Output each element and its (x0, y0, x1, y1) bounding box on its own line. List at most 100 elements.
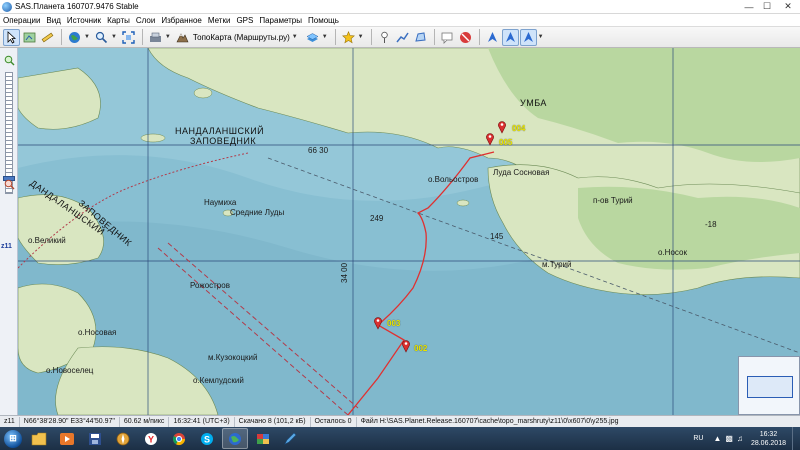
taskbar-yandex[interactable]: Y (138, 428, 164, 449)
map-type-selector[interactable]: ТопоКарта (Маршруты.ру) ▼ (174, 29, 301, 46)
chevron-down-icon[interactable]: ▼ (84, 34, 90, 40)
map-type-label[interactable]: ТопоКарта (Маршруты.ру) (193, 33, 290, 42)
star-icon (341, 30, 355, 43)
network-icon[interactable]: ▩ (725, 434, 733, 443)
puzzle-icon (257, 433, 269, 444)
gps-follow-icon (505, 31, 515, 42)
ruler-button[interactable] (39, 29, 56, 46)
minimize-button[interactable]: — (740, 0, 758, 14)
gps-track-icon (523, 31, 533, 42)
volume-icon[interactable]: ♫ (737, 434, 743, 443)
close-button[interactable]: ✕ (776, 0, 800, 14)
add-placemark-button[interactable] (376, 29, 393, 46)
waypoint-marker-icon[interactable] (373, 316, 383, 330)
zoom-level-label: z11 (1, 243, 12, 250)
taskbar-media[interactable] (54, 428, 80, 449)
waypoint-label[interactable]: 005 (499, 138, 512, 147)
chevron-down-icon[interactable]: ▼ (165, 34, 171, 40)
favorites-button[interactable] (340, 29, 357, 46)
taskbar-puzzle[interactable] (250, 428, 276, 449)
cursor-icon (7, 30, 17, 44)
map-label-island: о.Великий (28, 236, 66, 245)
menu-operations[interactable]: Операции (3, 16, 40, 25)
app-globe-icon (2, 1, 12, 12)
toolbar-separator (370, 29, 372, 45)
stop-button[interactable] (457, 29, 474, 46)
menu-settings[interactable]: Параметры (259, 16, 302, 25)
waypoint-marker-icon[interactable] (401, 339, 411, 353)
map-label-peninsula: п-ов Турий (593, 196, 633, 205)
taskbar-sasplanet[interactable] (222, 428, 248, 449)
select-tool-button[interactable] (3, 28, 20, 46)
map-label-water: Луда Сосновая (493, 168, 550, 177)
waypoint-marker-icon[interactable] (497, 120, 507, 134)
fullscreen-icon (122, 30, 135, 44)
tray-arrow-icon[interactable]: ▲ (713, 434, 721, 443)
media-icon (60, 432, 74, 445)
menu-marks[interactable]: Метки (208, 16, 231, 25)
fullscreen-button[interactable] (120, 29, 137, 46)
start-icon: ⊞ (4, 429, 22, 448)
topo-map-button[interactable] (174, 29, 191, 46)
status-bar: z11 N66°38'28.90" E33°44'50.97" 60.62 м/… (0, 415, 800, 427)
gps-button[interactable] (484, 29, 501, 46)
chevron-down-icon[interactable]: ▼ (111, 34, 117, 40)
chevron-down-icon[interactable]: ▼ (538, 34, 544, 40)
map-source-button[interactable] (147, 29, 164, 46)
menu-maps[interactable]: Карты (107, 16, 130, 25)
maximize-button[interactable]: ☐ (758, 0, 776, 14)
gps-track-button[interactable] (519, 28, 537, 46)
globe-button[interactable] (66, 29, 83, 46)
show-desktop-button[interactable] (792, 427, 800, 450)
status-time: 16:32:41 (UTC+3) (169, 416, 235, 427)
map-label-grid: -18 (705, 220, 717, 229)
taskbar-clock[interactable]: 16:32 28.06.2018 (751, 430, 786, 448)
chevron-down-icon[interactable]: ▼ (292, 34, 298, 40)
gps-follow-button[interactable] (501, 28, 519, 46)
layers-button[interactable] (304, 29, 321, 46)
language-indicator[interactable]: RU (693, 435, 703, 442)
taskbar-save[interactable] (82, 428, 108, 449)
map-label-depth: 249 (370, 214, 384, 223)
chevron-down-icon[interactable]: ▼ (358, 34, 364, 40)
add-polygon-button[interactable] (412, 29, 429, 46)
toolbar-separator (478, 29, 480, 45)
label-button[interactable] (439, 29, 456, 46)
main-toolbar: ▼ ▼ ▼ ТопоКарта (Маршруты.ру) ▼ ▼ ▼ ▼ (0, 26, 800, 48)
svg-text:Y: Y (148, 434, 154, 444)
menu-source[interactable]: Источник (67, 16, 101, 25)
waypoint-label[interactable]: 002 (414, 344, 427, 353)
status-downloaded: Скачано 8 (101,2 кБ) (235, 416, 311, 427)
taskbar-skype[interactable]: S (194, 428, 220, 449)
menu-gps[interactable]: GPS (236, 16, 253, 25)
map-move-icon (23, 32, 36, 42)
map-canvas[interactable] (18, 48, 800, 415)
chevron-down-icon[interactable]: ▼ (322, 34, 328, 40)
taskbar-draw[interactable] (278, 428, 304, 449)
waypoint-label[interactable]: 003 (387, 319, 400, 328)
menu-help[interactable]: Помощь (308, 16, 339, 25)
yandex-icon: Y (145, 432, 157, 445)
zoom-out-button[interactable] (3, 178, 15, 190)
stop-icon (459, 31, 471, 43)
start-button[interactable]: ⊞ (0, 427, 26, 450)
taskbar-compass[interactable] (110, 428, 136, 449)
minimap-viewport[interactable] (747, 376, 793, 398)
map-label-reserve: НАНДАЛАНШСКИЙ (175, 126, 265, 136)
add-path-button[interactable] (394, 29, 411, 46)
zoom-in-icon (4, 55, 14, 65)
waypoint-marker-icon[interactable] (485, 132, 495, 146)
menu-favorites[interactable]: Избранное (161, 16, 202, 25)
menu-layers[interactable]: Слои (136, 16, 155, 25)
zoom-in-button[interactable] (3, 54, 15, 66)
menu-view[interactable]: Вид (46, 16, 60, 25)
taskbar-chrome[interactable] (166, 428, 192, 449)
map-move-button[interactable] (21, 29, 38, 46)
waypoint-label[interactable]: 004 (512, 124, 525, 133)
map-label-cape: м.Кузокоцкий (208, 353, 258, 362)
window-title: SAS.Планета 160707.9476 Stable (15, 2, 139, 11)
minimap[interactable] (738, 356, 800, 415)
taskbar-explorer[interactable] (26, 428, 52, 449)
map-view[interactable]: НАНДАЛАНШСКИЙ ЗАПОВЕДНИК ДАНДАЛАНШСКИЙ З… (18, 48, 800, 415)
zoom-button[interactable] (93, 29, 110, 46)
